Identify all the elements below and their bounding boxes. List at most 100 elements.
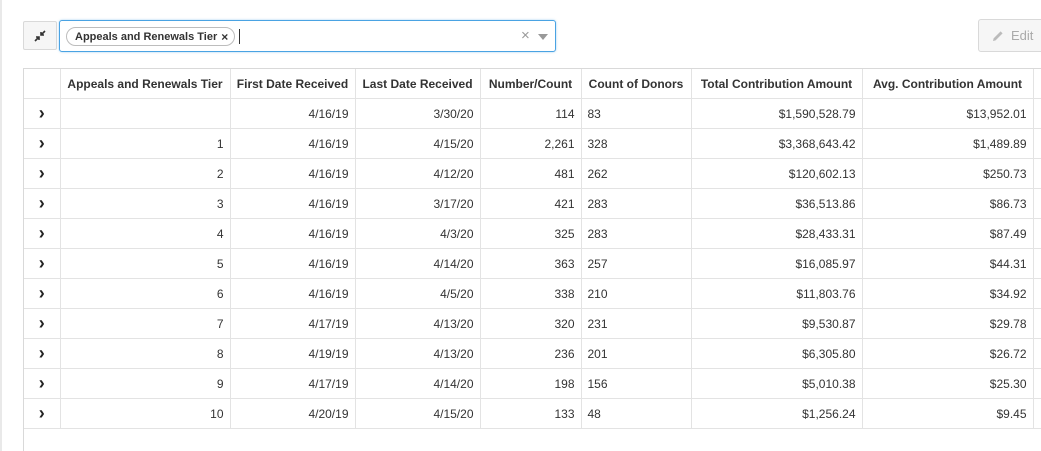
table-cell-cutoff — [1033, 368, 1041, 399]
table-cell: 4/13/20 — [355, 338, 481, 369]
text-cursor — [239, 29, 240, 44]
table-row[interactable]: › 3 4/16/19 3/17/20 421 283 $36,513.86 $86.73 — [24, 188, 1041, 219]
table-cell: 4/15/20 — [355, 128, 481, 159]
table-cell: $6,305.80 — [691, 338, 863, 369]
table-cell: 4/16/19 — [230, 128, 356, 159]
table-cell: $5,010.38 — [691, 368, 863, 399]
table-cell: 210 — [581, 278, 692, 309]
table-cell: $250.73 — [862, 158, 1034, 189]
chevron-right-icon: › — [38, 253, 45, 273]
table-cell: 320 — [480, 308, 582, 339]
row-expand-button[interactable]: › — [24, 248, 61, 279]
table-cell-cutoff — [1033, 308, 1041, 339]
table-row[interactable]: › 1 4/16/19 4/15/20 2,261 328 $3,368,643.42 $1,… — [24, 128, 1041, 159]
table-row[interactable]: › 2 4/16/19 4/12/20 481 262 $120,602.13 $250.73 — [24, 158, 1041, 189]
table-row[interactable]: › 8 4/19/19 4/13/20 236 201 $6,305.80 $26.72 — [24, 338, 1041, 369]
table-cell: 201 — [581, 338, 692, 369]
table-cell: $1,256.24 — [691, 398, 863, 429]
row-expand-button[interactable]: › — [24, 398, 61, 429]
data-grid: Appeals and Renewals Tier First Date Rece… — [23, 68, 1041, 451]
table-cell-cutoff — [1033, 398, 1041, 429]
table-cell: 328 — [581, 128, 692, 159]
table-row[interactable]: › 4/16/19 3/30/20 114 83 $1,590,528.79 $13,952… — [24, 98, 1041, 129]
left-border — [0, 0, 2, 451]
chevron-down-icon[interactable] — [538, 34, 548, 40]
group-by-picker[interactable]: Appeals and Renewals Tier × × — [59, 20, 556, 52]
column-header[interactable]: Number/Count — [480, 69, 582, 99]
table-cell: $120,602.13 — [691, 158, 863, 189]
table-cell: 48 — [581, 398, 692, 429]
column-header[interactable]: Last Date Received — [355, 69, 481, 99]
header-row: Appeals and Renewals Tier First Date Rece… — [24, 69, 1041, 99]
row-expand-button[interactable]: › — [24, 188, 61, 219]
edit-label: Edit — [1011, 28, 1034, 43]
table-cell-cutoff — [1033, 248, 1041, 279]
table-cell: 4/16/19 — [230, 98, 356, 129]
table-cell — [60, 98, 231, 129]
table-cell: $34.92 — [862, 278, 1034, 309]
row-expand-button[interactable]: › — [24, 158, 61, 189]
table-row[interactable]: › 7 4/17/19 4/13/20 320 231 $9,530.87 $29.78 — [24, 308, 1041, 339]
table-row[interactable]: › 9 4/17/19 4/14/20 198 156 $5,010.38 $25.30 — [24, 368, 1041, 399]
row-expand-button[interactable]: › — [24, 98, 61, 129]
table-cell: 3/17/20 — [355, 188, 481, 219]
chevron-right-icon: › — [38, 283, 45, 303]
table-cell: 4/19/19 — [230, 338, 356, 369]
table-row[interactable]: › 10 4/20/19 4/15/20 133 48 $1,256.24 $9.45 — [24, 398, 1041, 429]
table-row[interactable]: › 4 4/16/19 4/3/20 325 283 $28,433.31 $87.49 — [24, 218, 1041, 249]
table-cell: 4/16/19 — [230, 278, 356, 309]
table-cell: 3/30/20 — [355, 98, 481, 129]
table-cell-cutoff — [1033, 338, 1041, 369]
chevron-right-icon: › — [38, 223, 45, 243]
table-cell: 9 — [60, 368, 231, 399]
table-cell: 4/20/19 — [230, 398, 356, 429]
column-header[interactable]: Count of Donors — [581, 69, 692, 99]
table-cell: 231 — [581, 308, 692, 339]
row-expand-button[interactable]: › — [24, 128, 61, 159]
table-cell: $1,590,528.79 — [691, 98, 863, 129]
table-row[interactable]: › 5 4/16/19 4/14/20 363 257 $16,085.97 $44.31 — [24, 248, 1041, 279]
filter-chip-label: Appeals and Renewals Tier — [75, 30, 218, 43]
row-expand-button[interactable]: › — [24, 338, 61, 369]
table-cell: 133 — [480, 398, 582, 429]
chevron-right-icon: › — [38, 133, 45, 153]
table-cell: 283 — [581, 218, 692, 249]
table-cell: $87.49 — [862, 218, 1034, 249]
row-expand-button[interactable]: › — [24, 368, 61, 399]
table-cell: 4/17/19 — [230, 368, 356, 399]
pencil-icon — [993, 30, 1003, 41]
table-cell: 10 — [60, 398, 231, 429]
table-cell: 4/16/19 — [230, 158, 356, 189]
chevron-right-icon: › — [38, 163, 45, 183]
collapse-button[interactable] — [23, 21, 57, 50]
table-row[interactable]: › 6 4/16/19 4/5/20 338 210 $11,803.76 $34.92 — [24, 278, 1041, 309]
row-expand-button[interactable]: › — [24, 308, 61, 339]
table-cell: $11,803.76 — [691, 278, 863, 309]
edit-button[interactable]: Edit — [978, 19, 1041, 52]
row-expand-button[interactable]: › — [24, 278, 61, 309]
chevron-right-icon: › — [38, 343, 45, 363]
table-cell: 4/16/19 — [230, 248, 356, 279]
collapse-arrows-icon — [34, 29, 46, 42]
table-cell: 481 — [480, 158, 582, 189]
clear-icon[interactable]: × — [521, 27, 530, 44]
filter-chip[interactable]: Appeals and Renewals Tier × — [66, 27, 236, 46]
row-expand-button[interactable]: › — [24, 218, 61, 249]
column-header[interactable]: Appeals and Renewals Tier — [60, 69, 231, 99]
column-header[interactable]: First Date Received — [230, 69, 356, 99]
table-cell: 4 — [60, 218, 231, 249]
table-cell: 325 — [480, 218, 582, 249]
chevron-right-icon: › — [38, 193, 45, 213]
chip-remove-icon[interactable]: × — [221, 30, 228, 44]
table-cell: 3 — [60, 188, 231, 219]
table-cell: 4/13/20 — [355, 308, 481, 339]
column-header[interactable]: Total Contribution Amount — [691, 69, 863, 99]
expand-column-header — [24, 69, 61, 99]
table-cell-cutoff — [1033, 278, 1041, 309]
table-cell: 363 — [480, 248, 582, 279]
table-cell: 4/16/19 — [230, 188, 356, 219]
table-cell: $13,952.01 — [862, 98, 1034, 129]
table-cell: 4/16/19 — [230, 218, 356, 249]
table-cell: 6 — [60, 278, 231, 309]
column-header[interactable]: Avg. Contribution Amount — [862, 69, 1034, 99]
